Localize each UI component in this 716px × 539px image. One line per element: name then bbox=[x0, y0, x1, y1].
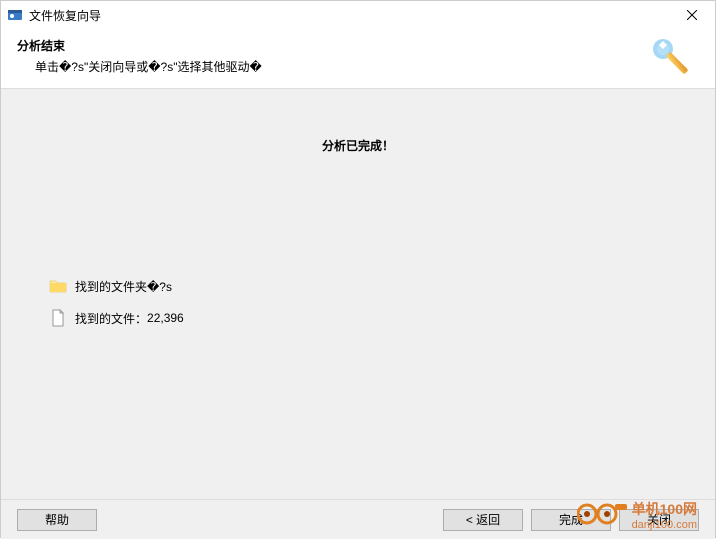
wizard-header: 分析结束 单击�?s"关闭向导或�?s"选择其他驱动� bbox=[1, 29, 715, 89]
close-button[interactable]: 关闭 bbox=[619, 509, 699, 531]
found-files-row: 找到的文件： 22,396 bbox=[49, 309, 184, 327]
folder-icon bbox=[49, 277, 67, 295]
found-files-count: 22,396 bbox=[147, 311, 184, 325]
back-button[interactable]: < 返回 bbox=[443, 509, 523, 531]
window-title: 文件恢复向导 bbox=[29, 7, 101, 24]
wizard-footer: 帮助 < 返回 完成 关闭 bbox=[1, 499, 715, 539]
wizard-heading: 分析结束 bbox=[17, 37, 699, 54]
wizard-content: 分析已完成！ 找到的文件夹�?s 找到的文件： 22,396 bbox=[1, 89, 715, 499]
help-button[interactable]: 帮助 bbox=[17, 509, 97, 531]
wizard-wand-icon bbox=[649, 35, 691, 77]
wizard-subheading: 单击�?s"关闭向导或�?s"选择其他驱动� bbox=[35, 58, 699, 75]
titlebar: 文件恢复向导 bbox=[1, 1, 715, 29]
found-folders-label: 找到的文件夹�?s bbox=[75, 278, 172, 295]
file-icon bbox=[49, 309, 67, 327]
found-files-label: 找到的文件： bbox=[75, 310, 147, 327]
finish-button[interactable]: 完成 bbox=[531, 509, 611, 531]
window-close-button[interactable] bbox=[675, 4, 709, 26]
found-folders-row: 找到的文件夹�?s bbox=[49, 277, 184, 295]
results-list: 找到的文件夹�?s 找到的文件： 22,396 bbox=[49, 277, 184, 341]
app-icon bbox=[7, 7, 23, 23]
close-icon bbox=[687, 10, 697, 20]
analysis-complete-message: 分析已完成！ bbox=[1, 89, 715, 154]
